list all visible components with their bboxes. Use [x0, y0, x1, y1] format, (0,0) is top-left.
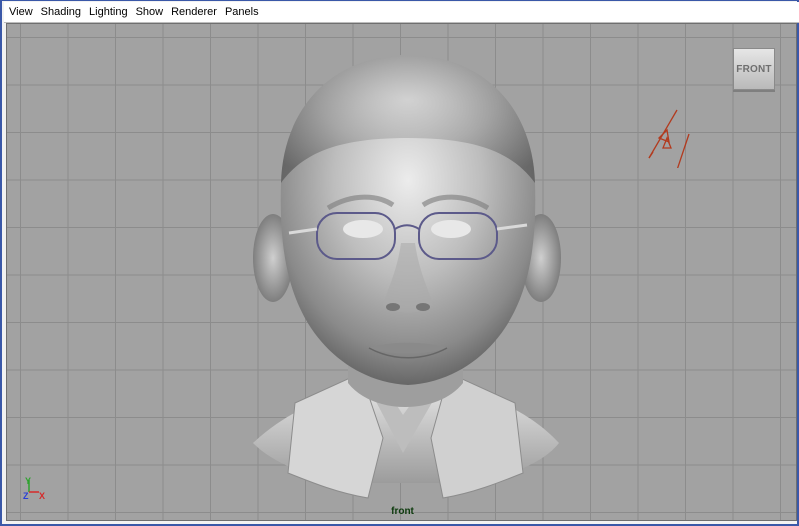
axis-z-label: Z — [23, 491, 29, 501]
axis-y-label: Y — [25, 476, 31, 486]
menu-lighting[interactable]: Lighting — [85, 2, 132, 22]
view-cube-label: FRONT — [736, 63, 772, 75]
panel-menubar: View Shading Lighting Show Renderer Pane… — [4, 2, 799, 23]
axis-gizmo-icon: Y Z X — [23, 476, 45, 501]
3d-viewport[interactable]: FRONT Y Z X front — [6, 23, 797, 521]
left-eye — [343, 220, 383, 238]
right-eye — [431, 220, 471, 238]
menu-shading[interactable]: Shading — [37, 2, 85, 22]
menu-renderer[interactable]: Renderer — [167, 2, 221, 22]
camera-icon[interactable] — [643, 108, 693, 168]
menu-panels[interactable]: Panels — [221, 2, 263, 22]
menu-view[interactable]: View — [4, 2, 37, 22]
camera-name-label: front — [391, 506, 414, 517]
viewport-panel-frame: View Shading Lighting Show Renderer Pane… — [0, 0, 799, 526]
view-cube-icon[interactable]: FRONT — [733, 48, 775, 90]
axis-x-label: X — [39, 491, 45, 501]
head-model[interactable] — [243, 43, 573, 503]
menu-show[interactable]: Show — [132, 2, 168, 22]
